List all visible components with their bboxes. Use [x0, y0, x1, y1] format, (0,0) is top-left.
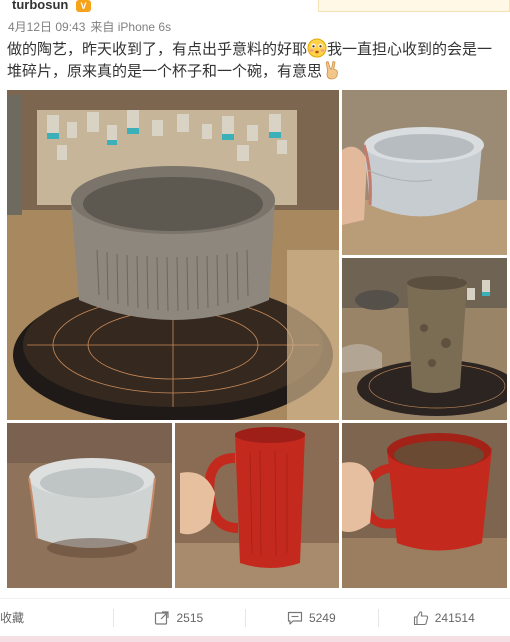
post-source: 来自 iPhone 6s	[90, 20, 172, 34]
post-action-bar: 收藏 2515 5249 241514	[0, 598, 510, 636]
comment-count: 5249	[308, 610, 336, 625]
post-body: 做的陶艺，昨天收到了，有点出乎意料的好耶 我一直担心收到的会是一堆碎片，原来真的是…	[7, 38, 503, 82]
vip-badge-icon: V	[76, 0, 91, 12]
photo-white-bowl[interactable]	[7, 423, 172, 588]
repost-icon	[154, 610, 170, 626]
comment-icon	[287, 610, 303, 626]
top-notification-strip	[318, 0, 510, 12]
comment-button[interactable]: 5249	[245, 599, 377, 636]
repost-button[interactable]: 2515	[112, 599, 245, 636]
bottom-divider	[0, 636, 510, 642]
thumbs-up-icon	[413, 610, 429, 626]
like-count: 241514	[434, 610, 475, 625]
victory-hand-icon	[322, 60, 342, 80]
post-username[interactable]: turbosun	[12, 0, 68, 12]
post-date[interactable]: 4月12日 09:43	[8, 20, 85, 34]
photo-red-mug-inside[interactable]	[342, 423, 507, 588]
favorite-button[interactable]: 收藏	[0, 599, 113, 636]
post-meta: 4月12日 09:43 来自 iPhone 6s	[8, 18, 171, 35]
favorite-label: 收藏	[0, 611, 25, 625]
post-text-part1: 做的陶艺，昨天收到了，有点出乎意料的好耶	[7, 40, 308, 58]
photo-red-mug-side[interactable]	[175, 423, 339, 588]
blushing-face-icon	[307, 38, 327, 58]
like-button[interactable]: 241514	[377, 599, 510, 636]
photo-grey-clay-bowl[interactable]	[7, 90, 339, 420]
repost-count: 2515	[176, 610, 204, 625]
photo-clay-cup-on-wheel[interactable]	[342, 258, 507, 420]
photo-white-bowl-in-hand[interactable]	[342, 90, 507, 255]
